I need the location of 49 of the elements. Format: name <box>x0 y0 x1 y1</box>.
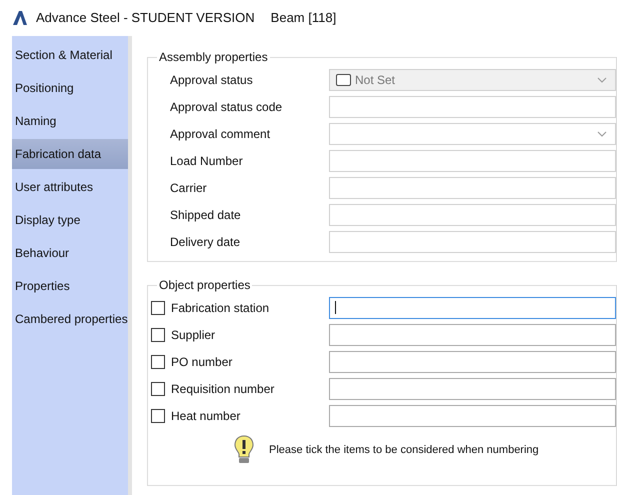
input-field[interactable] <box>329 404 616 426</box>
dropdown-value: Not Set <box>355 72 396 88</box>
input-field[interactable] <box>329 150 616 172</box>
checkbox[interactable] <box>151 328 165 342</box>
chevron-down-icon <box>597 76 607 82</box>
window-subtitle: Beam [118] <box>270 9 336 28</box>
dropdown-field[interactable] <box>329 122 616 144</box>
input-field[interactable] <box>329 350 616 372</box>
sidebar-item[interactable]: Behaviour <box>12 238 128 268</box>
field-label: Heat number <box>171 408 240 424</box>
lightbulb-icon <box>233 435 255 465</box>
sidebar-item[interactable]: User attributes <box>12 172 128 202</box>
input-field[interactable] <box>329 204 616 226</box>
text-cursor-icon <box>335 301 336 314</box>
sidebar-item[interactable]: Fabrication data <box>12 139 128 169</box>
field-label: Approval status <box>170 72 254 88</box>
input-field[interactable] <box>329 296 616 318</box>
input-field[interactable] <box>329 378 616 400</box>
field-label: Fabrication station <box>171 300 270 316</box>
input-field[interactable] <box>329 230 616 252</box>
checkbox[interactable] <box>151 300 165 314</box>
field-label: Approval comment <box>170 126 272 142</box>
input-field[interactable] <box>329 96 616 118</box>
sidebar-item[interactable]: Positioning <box>12 73 128 103</box>
window-title: Advance Steel - STUDENT VERSION <box>36 9 255 28</box>
checkbox[interactable] <box>151 408 165 422</box>
input-field[interactable] <box>329 176 616 198</box>
input-field[interactable] <box>329 324 616 346</box>
field-label: Approval status code <box>170 98 284 116</box>
field-label: Carrier <box>170 180 208 196</box>
sidebar-item[interactable]: Properties <box>12 271 128 301</box>
sidebar-item[interactable]: Naming <box>12 106 128 136</box>
sidebar-item[interactable]: Section & Material <box>12 40 128 70</box>
field-label: PO number <box>171 354 232 370</box>
sidebar-item[interactable]: Display type <box>12 205 128 235</box>
field-label: Shipped date <box>170 206 242 224</box>
group-title: Assembly properties <box>158 49 269 66</box>
field-label: Delivery date <box>170 234 242 250</box>
color-swatch-icon <box>336 74 351 86</box>
field-label: Load Number <box>170 152 244 170</box>
checkbox[interactable] <box>151 382 165 396</box>
chevron-down-icon <box>597 130 607 136</box>
field-label: Supplier <box>171 326 216 344</box>
hint-text: Please tick the items to be considered when numbering <box>269 442 539 458</box>
app-logo-icon <box>12 10 28 26</box>
sidebar-item[interactable]: Cambered properties <box>12 304 128 334</box>
checkbox[interactable] <box>151 354 165 368</box>
group-title: Object properties <box>158 277 252 294</box>
field-label: Requisition number <box>171 380 274 398</box>
